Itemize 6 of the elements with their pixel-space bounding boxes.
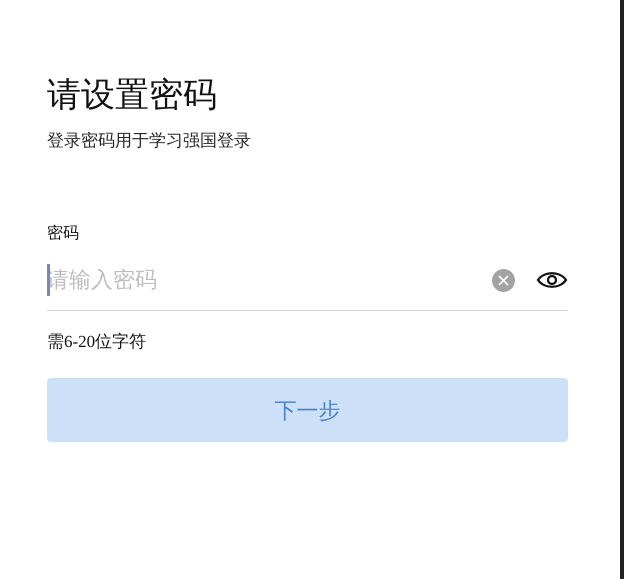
page-subtitle: 登录密码用于学习强国登录 [47,130,251,152]
password-hint: 需6-20位字符 [47,331,146,353]
eye-icon [536,269,568,291]
close-icon [498,274,509,286]
field-label: 密码 [47,224,79,244]
page-title: 请设置密码 [47,76,217,116]
